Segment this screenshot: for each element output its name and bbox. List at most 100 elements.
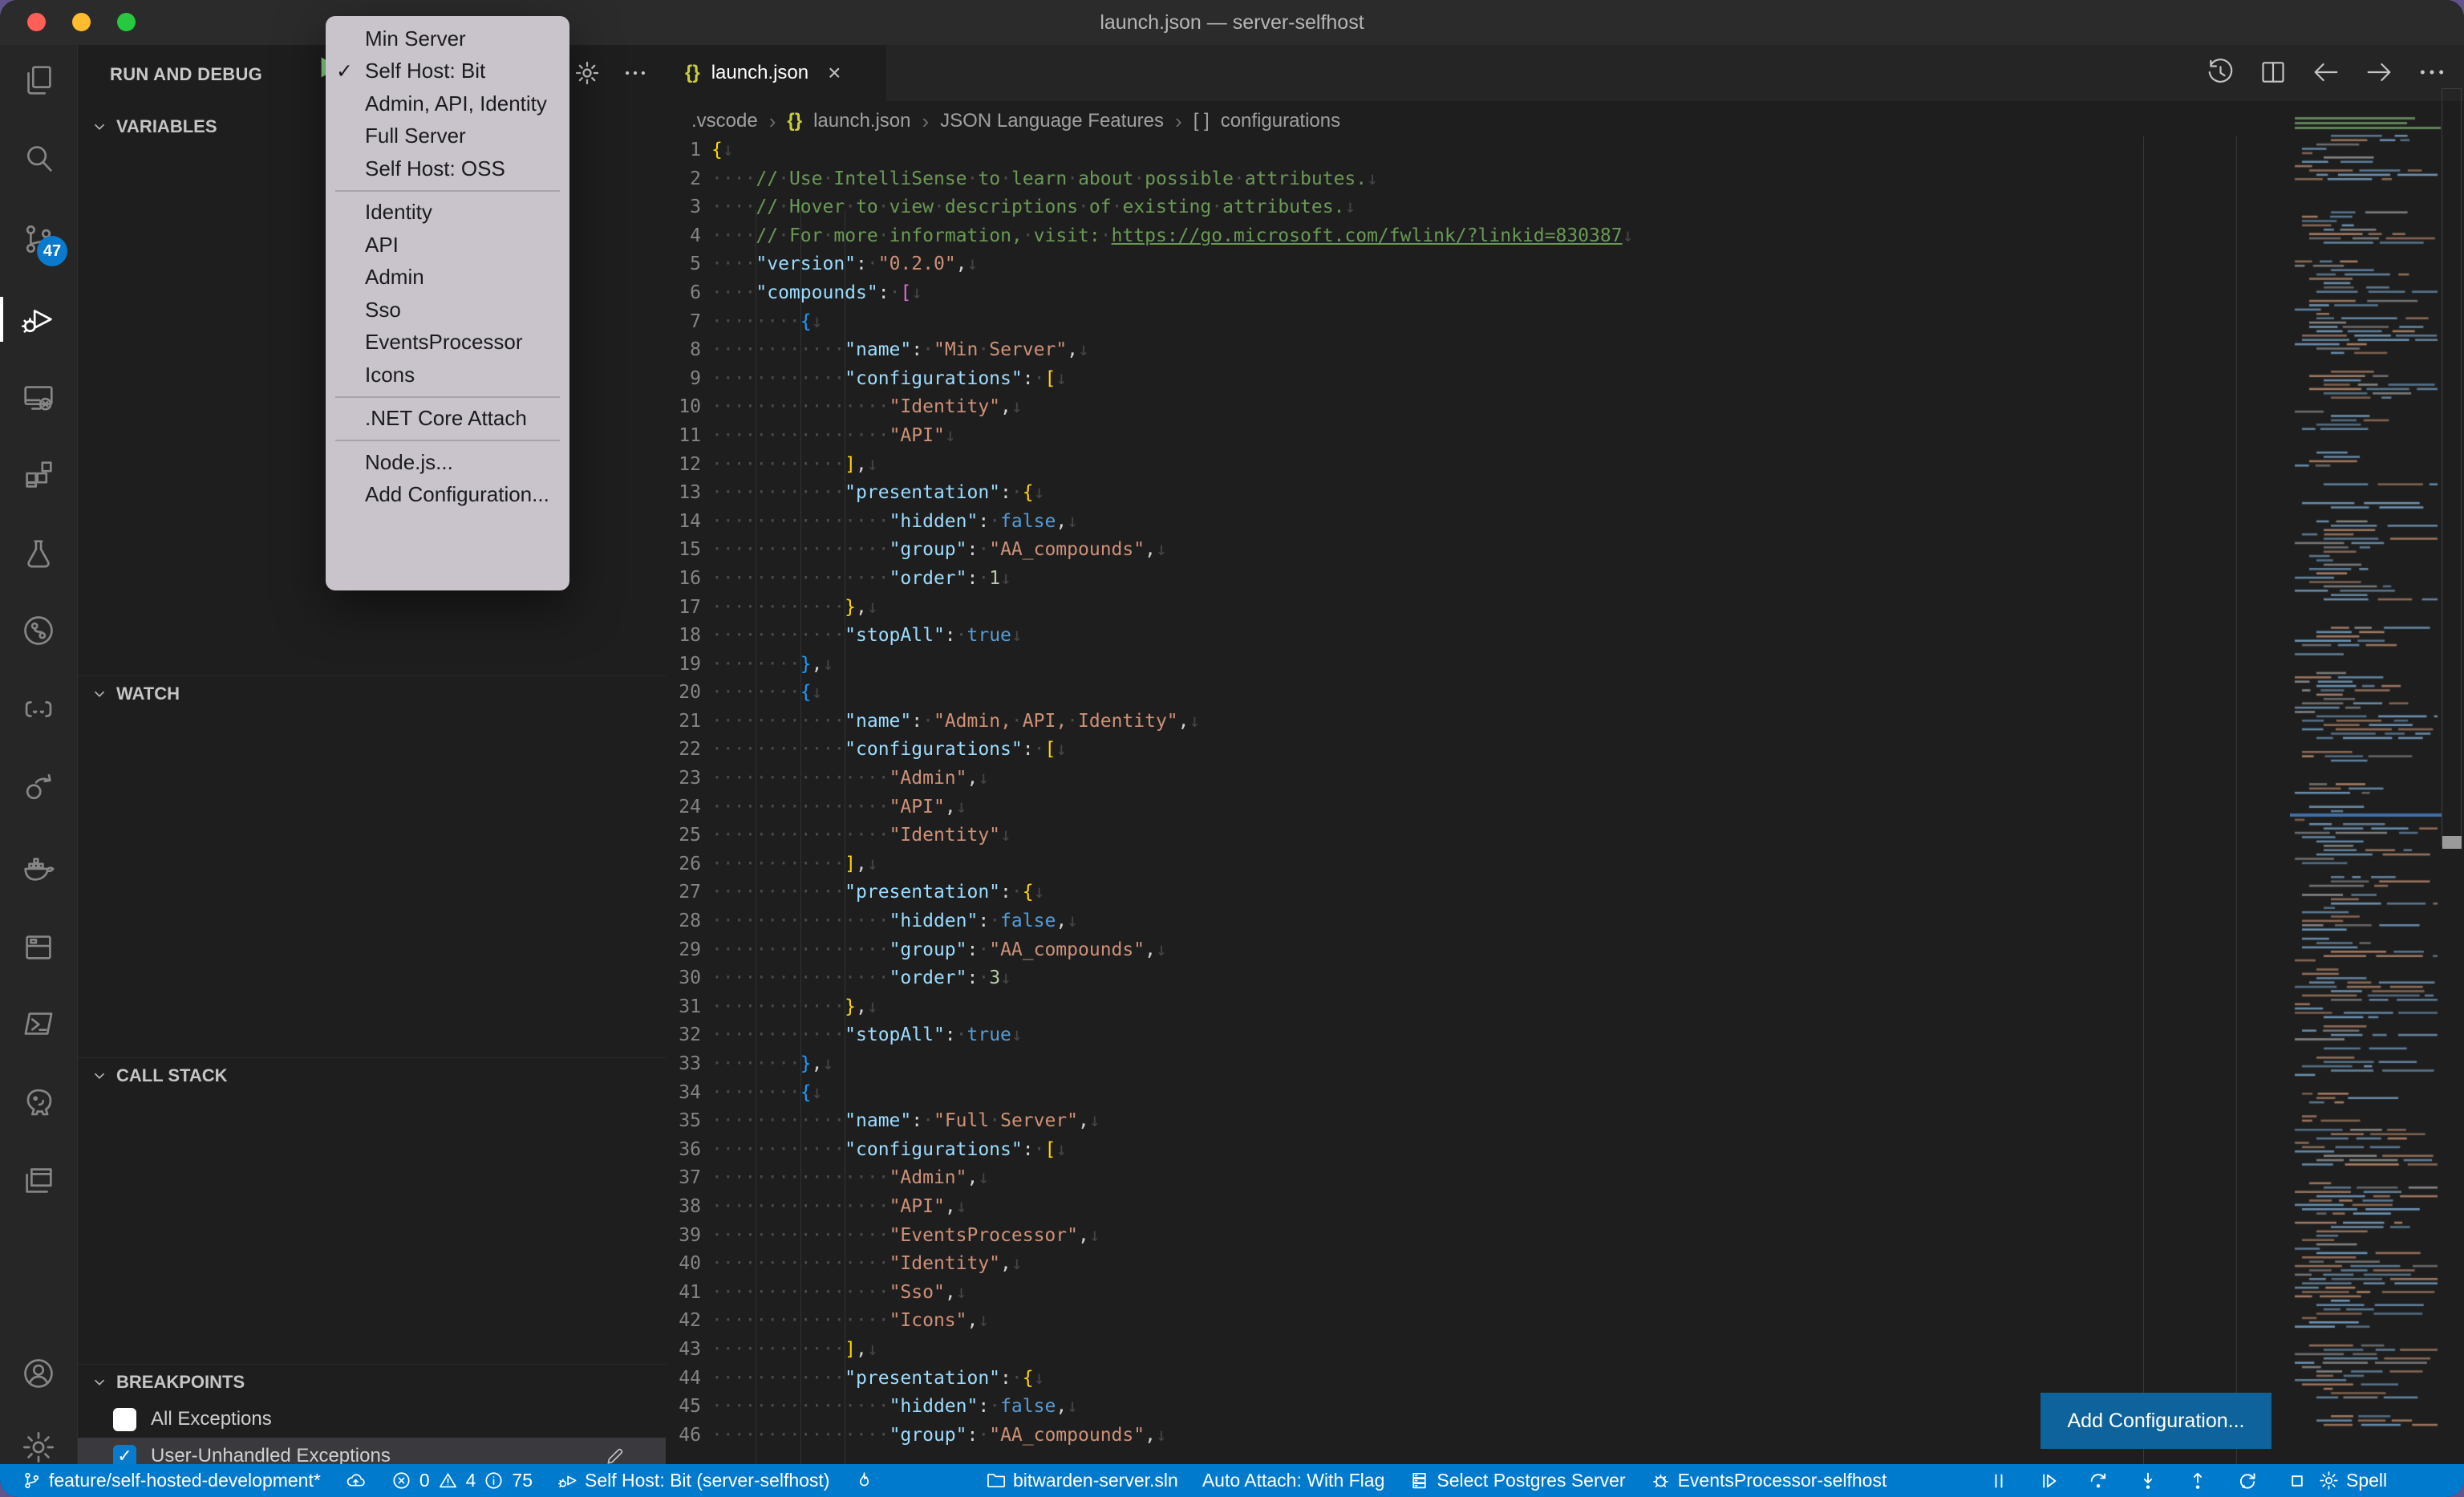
activity-postgres-icon[interactable] (0, 1064, 77, 1141)
section-call-stack[interactable]: CALL STACK (78, 1057, 666, 1093)
activity-beaker-icon[interactable] (0, 515, 77, 592)
checkbox-unchecked[interactable] (113, 1408, 136, 1431)
scrollbar-track[interactable] (2442, 88, 2462, 847)
line-number: 37 (666, 1164, 701, 1193)
timeline-history-icon[interactable] (2204, 56, 2236, 88)
debug-step-out-icon[interactable] (2186, 1470, 2209, 1492)
auto-attach-status[interactable]: Auto Attach: With Flag (1202, 1470, 1385, 1491)
close-tab-icon[interactable]: × (828, 60, 841, 86)
code-line-25: 25················"Identity"↓ (666, 822, 2464, 850)
minimap[interactable] (2290, 112, 2442, 1464)
navigate-back-icon[interactable] (2310, 56, 2342, 88)
line-number: 40 (666, 1250, 701, 1279)
navigate-forward-icon[interactable] (2363, 56, 2395, 88)
code-line-10: 10················"Identity",↓ (666, 393, 2464, 422)
line-number: 3 (666, 193, 701, 222)
debug-target-status[interactable]: EventsProcessor-selfhost (1650, 1470, 1887, 1491)
menu-item-self-host-bit[interactable]: ✓Self Host: Bit (326, 55, 569, 88)
menu-item-admin-api-identity[interactable]: Admin, API, Identity (326, 87, 569, 120)
debug-pause-icon[interactable] (1988, 1470, 2010, 1492)
tab-launch-json[interactable]: {} launch.json × (666, 45, 886, 101)
debug-step-into-icon[interactable] (2137, 1470, 2159, 1492)
line-number: 19 (666, 651, 701, 680)
activity-docker-icon[interactable] (0, 830, 77, 907)
chevron-down-icon (91, 118, 108, 136)
activity-package-icon[interactable] (0, 908, 77, 985)
views-more-actions-icon[interactable] (622, 59, 649, 87)
menu-separator (335, 396, 560, 398)
activity-windows-icon[interactable] (0, 1142, 77, 1219)
code-line-8: 8············"name":·"Min·Server",↓ (666, 336, 2464, 365)
activity-powershell-icon[interactable] (0, 985, 77, 1062)
debug-step-over-icon[interactable] (2087, 1470, 2109, 1492)
debug-configuration-menu: Min Server✓Self Host: BitAdmin, API, Ide… (326, 16, 569, 590)
publish-status[interactable] (345, 1470, 367, 1491)
menu-item-admin[interactable]: Admin (326, 262, 569, 294)
activity-search-icon[interactable] (0, 120, 77, 197)
activity-gitlens-icon[interactable] (0, 592, 77, 669)
menu-item-add-configuration[interactable]: Add Configuration... (326, 479, 569, 512)
split-editor-icon[interactable] (2257, 56, 2289, 88)
code-line-29: 29················"group":·"AA_compounds… (666, 936, 2464, 965)
line-number: 31 (666, 993, 701, 1022)
line-number: 16 (666, 565, 701, 594)
menu-item-node-js[interactable]: Node.js... (326, 446, 569, 479)
menu-item-identity[interactable]: Identity (326, 197, 569, 229)
array-icon: [ ] (1194, 110, 1210, 132)
code-line-31: 31············},↓ (666, 993, 2464, 1022)
git-branch-status[interactable]: feature/self-hosted-development* (21, 1470, 321, 1491)
activity-extensions-icon[interactable] (0, 436, 77, 513)
scrollbar-thumb[interactable] (2442, 836, 2462, 849)
line-number: 12 (666, 451, 701, 480)
spell-checker-status[interactable]: Spell (2318, 1470, 2387, 1491)
menu-item-full-server[interactable]: Full Server (326, 120, 569, 153)
breadcrumb-item[interactable]: configurations (1221, 110, 1340, 132)
section-label: BREAKPOINTS (116, 1372, 245, 1393)
menu-item-eventsprocessor[interactable]: EventsProcessor (326, 327, 569, 359)
breadcrumb-item[interactable]: .vscode (691, 110, 758, 132)
breakpoint-row[interactable]: All Exceptions (78, 1401, 666, 1438)
menu-item-icons[interactable]: Icons (326, 359, 569, 391)
debug-continue-icon[interactable] (2037, 1470, 2060, 1492)
menu-item-api[interactable]: API (326, 229, 569, 262)
activity-remote-icon[interactable] (0, 359, 77, 436)
code-line-24: 24················"API",↓ (666, 793, 2464, 822)
debug-settings-gear-icon[interactable] (573, 59, 601, 87)
debug-session-status[interactable]: Self Host: Bit (server-selfhost) (557, 1470, 829, 1491)
menu-separator (335, 440, 560, 441)
activity-copilot-icon[interactable] (0, 671, 77, 748)
add-configuration-button[interactable]: Add Configuration... (2040, 1393, 2272, 1449)
code-line-23: 23················"Admin",↓ (666, 765, 2464, 793)
debug-restart-icon[interactable] (2236, 1470, 2259, 1492)
section-breakpoints[interactable]: BREAKPOINTS (78, 1364, 666, 1399)
problems-indicator[interactable]: 0475 (391, 1470, 533, 1491)
tab-bar: {} launch.json × (666, 45, 2464, 101)
editor-ruler (2143, 136, 2144, 1464)
editor-ruler (2236, 136, 2237, 1464)
section-watch[interactable]: WATCH (78, 675, 666, 711)
menu-item-sso[interactable]: Sso (326, 294, 569, 327)
debug-stop-icon[interactable] (2286, 1470, 2308, 1492)
activity-files-icon[interactable] (0, 42, 77, 119)
code-editor[interactable]: 1{↓2····//·Use·IntelliSense·to·learn·abo… (666, 136, 2464, 1464)
breadcrumb-item[interactable]: JSON Language Features (940, 110, 1164, 132)
line-number: 23 (666, 765, 701, 793)
line-number: 26 (666, 850, 701, 879)
more-actions-icon[interactable] (2416, 56, 2448, 88)
code-line-36: 36············"configurations":·[↓ (666, 1136, 2464, 1165)
postgres-status[interactable]: Select Postgres Server (1408, 1470, 1625, 1491)
activity-account-icon[interactable] (0, 1335, 77, 1412)
flame-status[interactable] (853, 1470, 875, 1491)
line-number: 29 (666, 936, 701, 965)
solution-status[interactable]: bitwarden-server.sln (985, 1470, 1178, 1491)
code-line-34: 34········{↓ (666, 1079, 2464, 1108)
activity-scm-icon[interactable]: 47 (0, 201, 77, 278)
menu-item-self-host-oss[interactable]: Self Host: OSS (326, 152, 569, 185)
breadcrumb-item[interactable]: launch.json (813, 110, 910, 132)
activity-debug-icon[interactable] (0, 281, 77, 358)
menu-item-min-server[interactable]: Min Server (326, 22, 569, 55)
line-number: 35 (666, 1107, 701, 1136)
code-line-37: 37················"Admin",↓ (666, 1164, 2464, 1193)
menu-item-net-core-attach[interactable]: .NET Core Attach (326, 403, 569, 436)
activity-share-icon[interactable] (0, 749, 77, 826)
